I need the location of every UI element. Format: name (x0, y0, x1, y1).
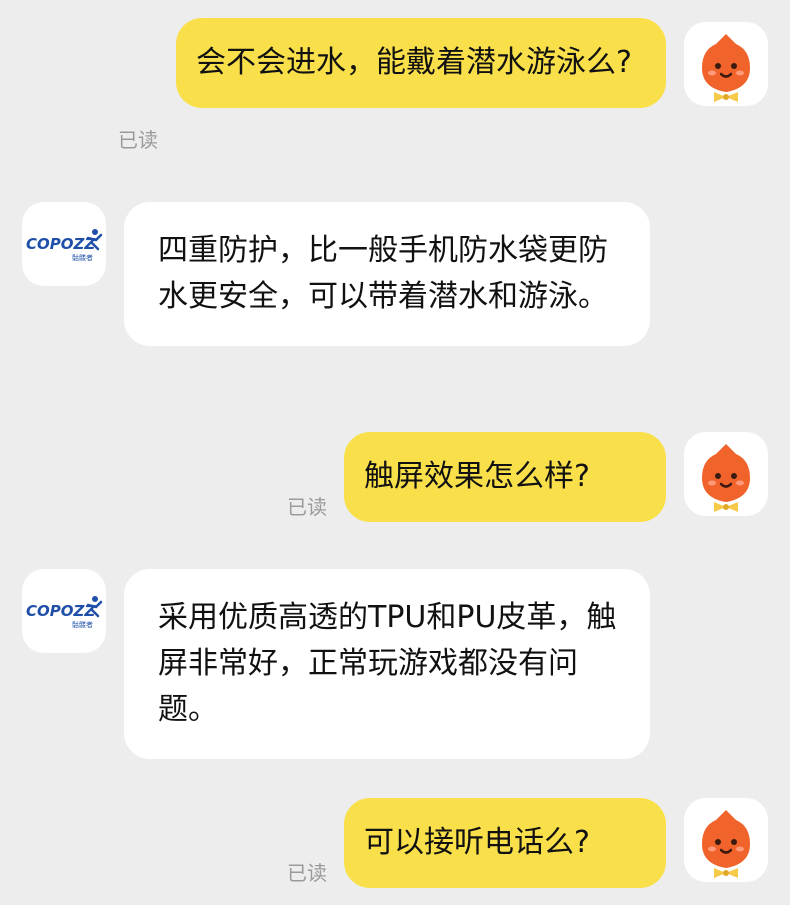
brand-subtext: 骷髅者 (72, 620, 93, 629)
self-avatar[interactable] (684, 432, 768, 516)
brand-subtext: 骷髅者 (72, 253, 93, 262)
brand-name: COPOZZ (26, 602, 96, 620)
contact-avatar[interactable]: COPOZZ 骷髅者 (22, 202, 106, 286)
message-bubble-outgoing[interactable]: 可以接听电话么? (344, 798, 666, 888)
self-avatar[interactable] (684, 798, 768, 882)
brand-name: COPOZZ (26, 235, 96, 253)
copozz-logo-icon: COPOZZ 骷髅者 (26, 596, 103, 629)
orange-mascot-icon (702, 34, 750, 102)
message-bubble-incoming[interactable]: 四重防护，比一般手机防水袋更防水更安全，可以带着潜水和游泳。 (124, 202, 650, 346)
copozz-logo-icon: COPOZZ 骷髅者 (26, 229, 103, 262)
self-avatar[interactable] (684, 22, 768, 106)
read-status: 已读 (118, 128, 158, 152)
read-status: 已读 (287, 861, 327, 885)
orange-mascot-icon (702, 444, 750, 512)
message-bubble-incoming[interactable]: 采用优质高透的TPU和PU皮革，触屏非常好，正常玩游戏都没有问题。 (124, 569, 650, 759)
read-status: 已读 (287, 495, 327, 519)
message-bubble-outgoing[interactable]: 触屏效果怎么样? (344, 432, 666, 522)
contact-avatar[interactable]: COPOZZ 骷髅者 (22, 569, 106, 653)
message-bubble-outgoing[interactable]: 会不会进水，能戴着潜水游泳么? (176, 18, 666, 108)
orange-mascot-icon (702, 810, 750, 878)
